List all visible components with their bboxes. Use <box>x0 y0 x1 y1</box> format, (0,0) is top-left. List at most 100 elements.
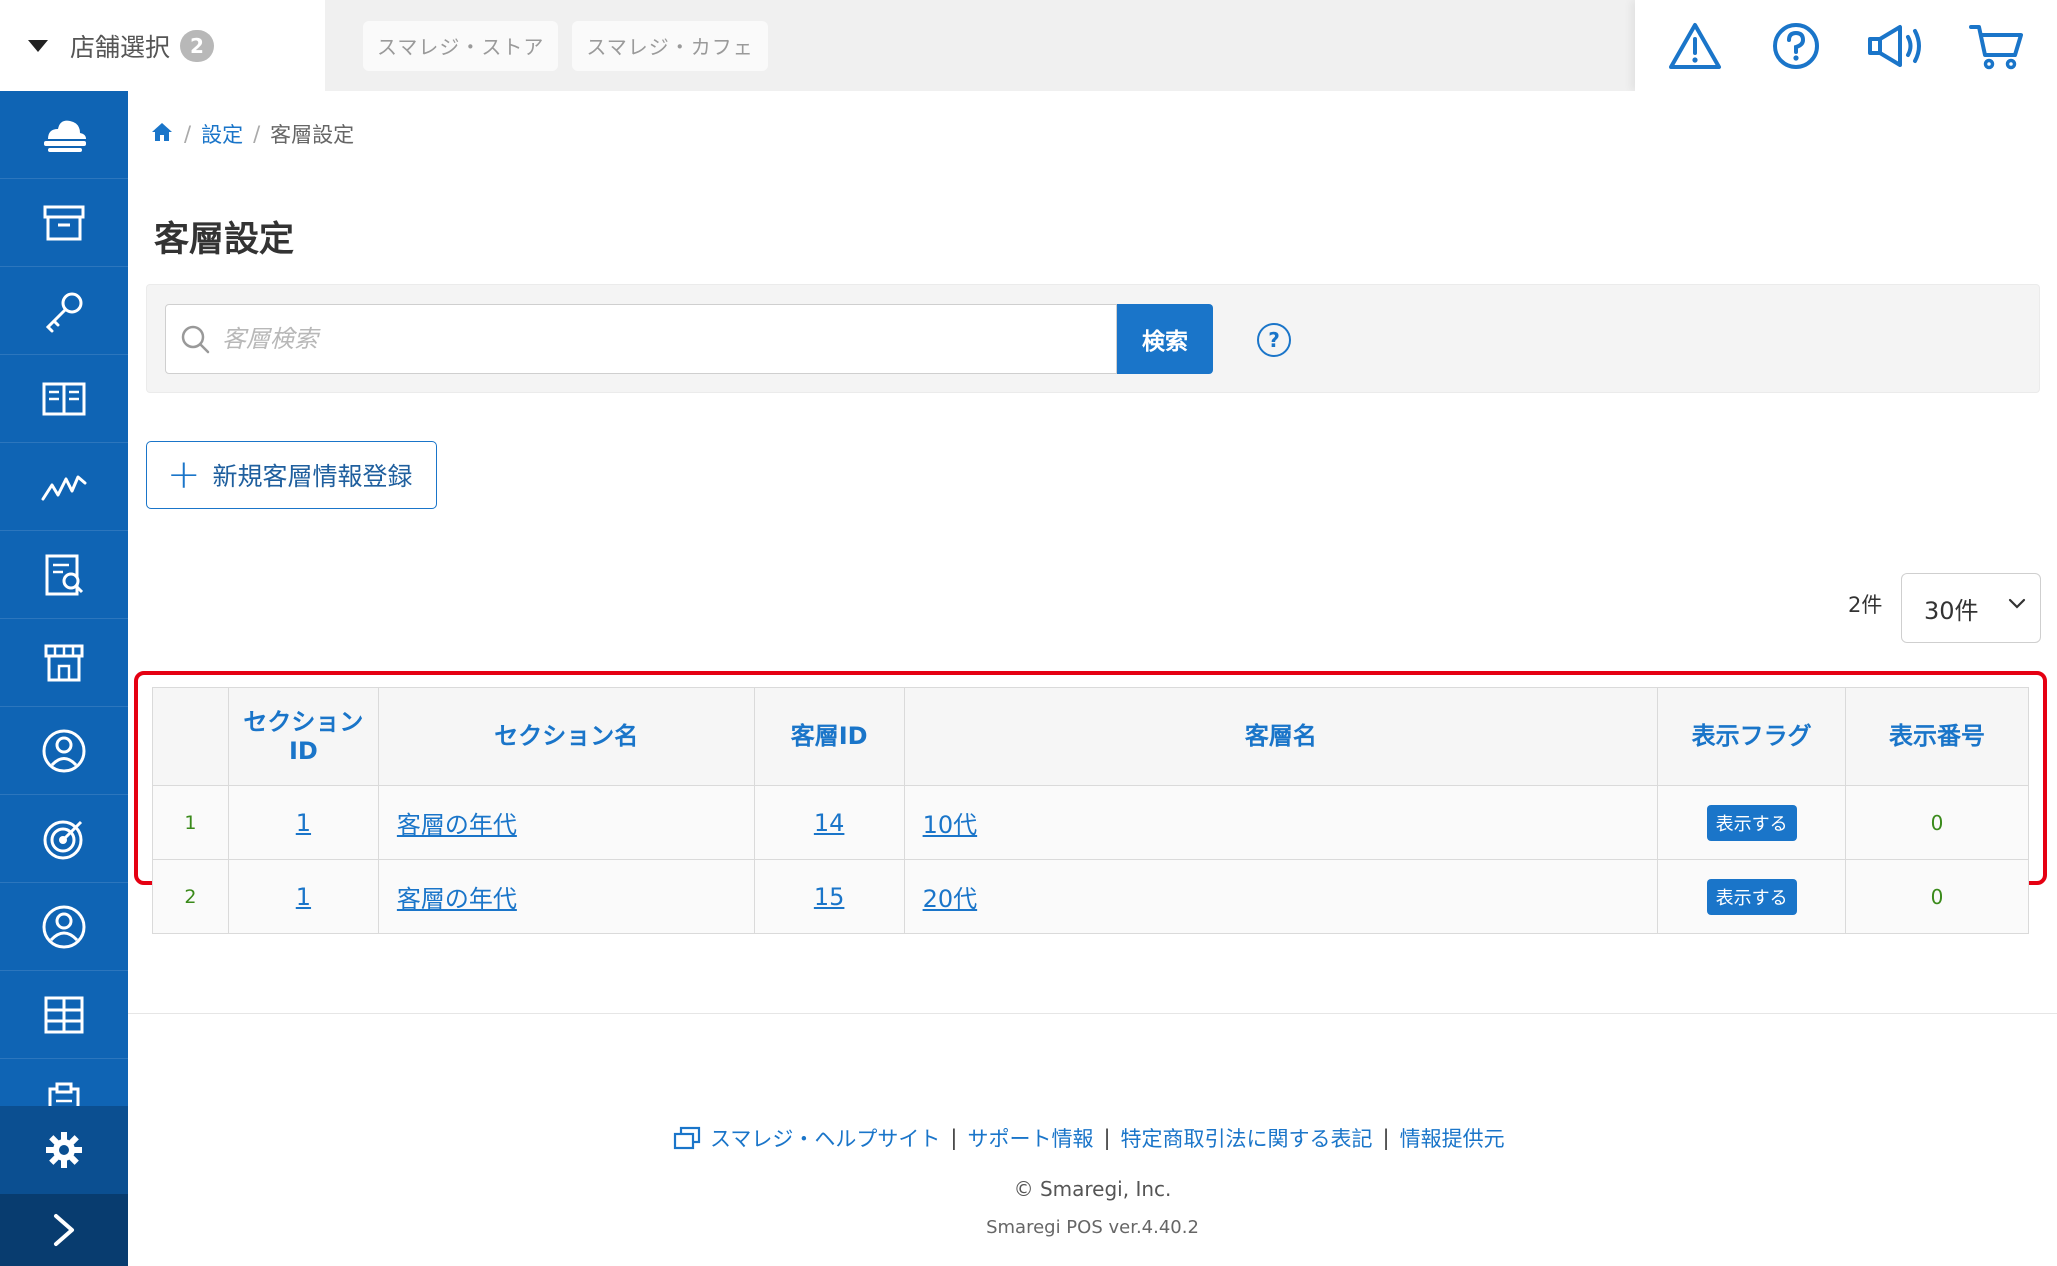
sidebar-item-key[interactable] <box>0 267 128 355</box>
footer-separator: | <box>950 1126 958 1150</box>
customer-group-name-link[interactable]: 20代 <box>923 885 978 913</box>
customer-group-name-cell: 20代 <box>903 859 1659 934</box>
chart-line-icon <box>41 475 87 500</box>
footer-separator: | <box>1103 1126 1111 1150</box>
section-name-cell: 客層の年代 <box>377 859 755 934</box>
customer-group-id-link[interactable]: 15 <box>814 883 845 911</box>
footer-divider <box>128 1013 2057 1014</box>
footer-link-support[interactable]: サポート情報 <box>967 1123 1093 1153</box>
sidebar-item-clipboard[interactable] <box>0 1059 128 1106</box>
display-flag-badge: 表示する <box>1706 878 1797 915</box>
section-id-link[interactable]: 1 <box>296 809 311 837</box>
home-icon[interactable] <box>150 121 174 148</box>
sidebar-item-user[interactable] <box>0 883 128 971</box>
per-page-value: 30件 <box>1924 596 1979 625</box>
search-button[interactable]: 検索 <box>1117 304 1213 374</box>
col-header-customer-group-id[interactable]: 客層ID <box>753 687 905 786</box>
caret-down-icon <box>28 39 48 52</box>
customer-group-name-cell: 10代 <box>903 785 1659 860</box>
report-icon <box>45 554 84 595</box>
sidebar-item-customer[interactable] <box>0 707 128 795</box>
section-name-link[interactable]: 客層の年代 <box>397 811 517 839</box>
table-row: 1 1 客層の年代 14 10代 表示する 0 <box>152 785 2029 860</box>
search-help-icon[interactable]: ? <box>1257 323 1291 357</box>
grid-icon <box>44 996 84 1033</box>
sidebar-nav <box>0 91 128 1106</box>
external-link-icon <box>673 1126 701 1150</box>
page-title: 客層設定 <box>154 220 295 260</box>
main-content: / 設定 / 客層設定 客層設定 検索 ? + 新規客層情報登録 2件 30件 … <box>128 91 2057 1266</box>
new-button-label: 新規客層情報登録 <box>212 462 413 491</box>
result-count: 2件 <box>1848 593 1883 617</box>
table-header-row: セクション ID セクション名 客層ID 客層名 表示フラグ 表示番号 <box>152 687 2029 786</box>
chevron-down-icon <box>2008 598 2026 609</box>
cart-icon[interactable] <box>1965 14 2029 78</box>
breadcrumb-settings-link[interactable]: 設定 <box>201 119 243 149</box>
sidebar-item-target[interactable] <box>0 795 128 883</box>
section-name-link[interactable]: 客層の年代 <box>397 885 517 913</box>
sidebar-item-settings[interactable] <box>0 1106 128 1194</box>
new-customer-group-button[interactable]: + 新規客層情報登録 <box>146 441 437 509</box>
store-count-badge: 2 <box>180 29 215 62</box>
col-header-section-name[interactable]: セクション名 <box>377 687 755 786</box>
col-header-customer-group-name[interactable]: 客層名 <box>903 687 1659 786</box>
col-header-display-order[interactable]: 表示番号 <box>1845 687 2029 786</box>
display-flag-cell: 表示する <box>1657 785 1847 860</box>
store-tabs: スマレジ・ストア スマレジ・カフェ <box>325 0 1635 91</box>
sidebar-expand-button[interactable] <box>0 1194 128 1266</box>
warning-icon[interactable] <box>1663 14 1727 78</box>
display-order-cell: 0 <box>1845 785 2029 860</box>
user-icon <box>42 905 86 948</box>
target-icon <box>43 820 83 859</box>
help-icon[interactable] <box>1764 14 1828 78</box>
sidebar-item-analysis[interactable] <box>0 443 128 531</box>
store-tab-cafe[interactable]: スマレジ・カフェ <box>572 20 768 71</box>
section-id-link[interactable]: 1 <box>296 883 311 911</box>
section-id-cell: 1 <box>227 785 379 860</box>
gear-icon <box>46 1132 82 1168</box>
store-select-label: 店舗選択 <box>70 32 171 62</box>
top-icons <box>1635 0 2057 91</box>
clipboard-icon <box>48 1082 80 1106</box>
sidebar-item-grid[interactable] <box>0 971 128 1059</box>
sidebar <box>0 91 128 1266</box>
key-icon <box>45 292 83 332</box>
footer-link-provider[interactable]: 情報提供元 <box>1400 1123 1505 1153</box>
sidebar-item-book[interactable] <box>0 355 128 443</box>
display-flag-cell: 表示する <box>1657 859 1847 934</box>
display-flag-badge: 表示する <box>1706 804 1797 841</box>
cloud-icon <box>44 120 86 152</box>
footer-separator: | <box>1382 1126 1390 1150</box>
footer-links: スマレジ・ヘルプサイト | サポート情報 | 特定商取引法に関する表記 | 情報… <box>672 1123 1505 1153</box>
top-bar: 店舗選択 2 スマレジ・ストア スマレジ・カフェ <box>0 0 2057 91</box>
search-field[interactable] <box>165 304 1117 374</box>
copyright: © Smaregi, Inc. <box>1013 1177 1172 1201</box>
customer-group-name-link[interactable]: 10代 <box>923 811 978 839</box>
customer-group-id-cell: 14 <box>753 785 905 860</box>
breadcrumb-current: 客層設定 <box>270 123 355 147</box>
store-icon <box>44 644 84 681</box>
per-page-select[interactable]: 30件 <box>1901 573 2041 643</box>
store-selector[interactable]: 店舗選択 2 <box>0 0 325 91</box>
breadcrumb: / 設定 / 客層設定 <box>150 119 354 149</box>
sidebar-item-store[interactable] <box>0 619 128 707</box>
table-row: 2 1 客層の年代 15 20代 表示する 0 <box>152 859 2029 934</box>
breadcrumb-separator: / <box>184 122 192 146</box>
sidebar-item-cloud[interactable] <box>0 91 128 179</box>
footer-link-legal[interactable]: 特定商取引法に関する表記 <box>1121 1123 1373 1153</box>
search-input[interactable] <box>222 325 1102 353</box>
col-header-section-id[interactable]: セクション ID <box>227 687 379 786</box>
megaphone-icon[interactable] <box>1864 14 1928 78</box>
sidebar-item-archive[interactable] <box>0 179 128 267</box>
breadcrumb-separator: / <box>253 122 261 146</box>
customer-group-table: セクション ID セクション名 客層ID 客層名 表示フラグ 表示番号 1 1 … <box>152 687 2029 934</box>
col-header-display-flag[interactable]: 表示フラグ <box>1657 687 1847 786</box>
sidebar-item-report[interactable] <box>0 531 128 619</box>
archive-icon <box>43 205 85 240</box>
store-tab-store[interactable]: スマレジ・ストア <box>363 20 559 71</box>
book-icon <box>42 382 86 415</box>
row-number: 2 <box>152 859 229 934</box>
footer-link-help-site[interactable]: スマレジ・ヘルプサイト <box>710 1123 940 1153</box>
customer-group-id-link[interactable]: 14 <box>814 809 845 837</box>
row-number: 1 <box>152 785 229 860</box>
